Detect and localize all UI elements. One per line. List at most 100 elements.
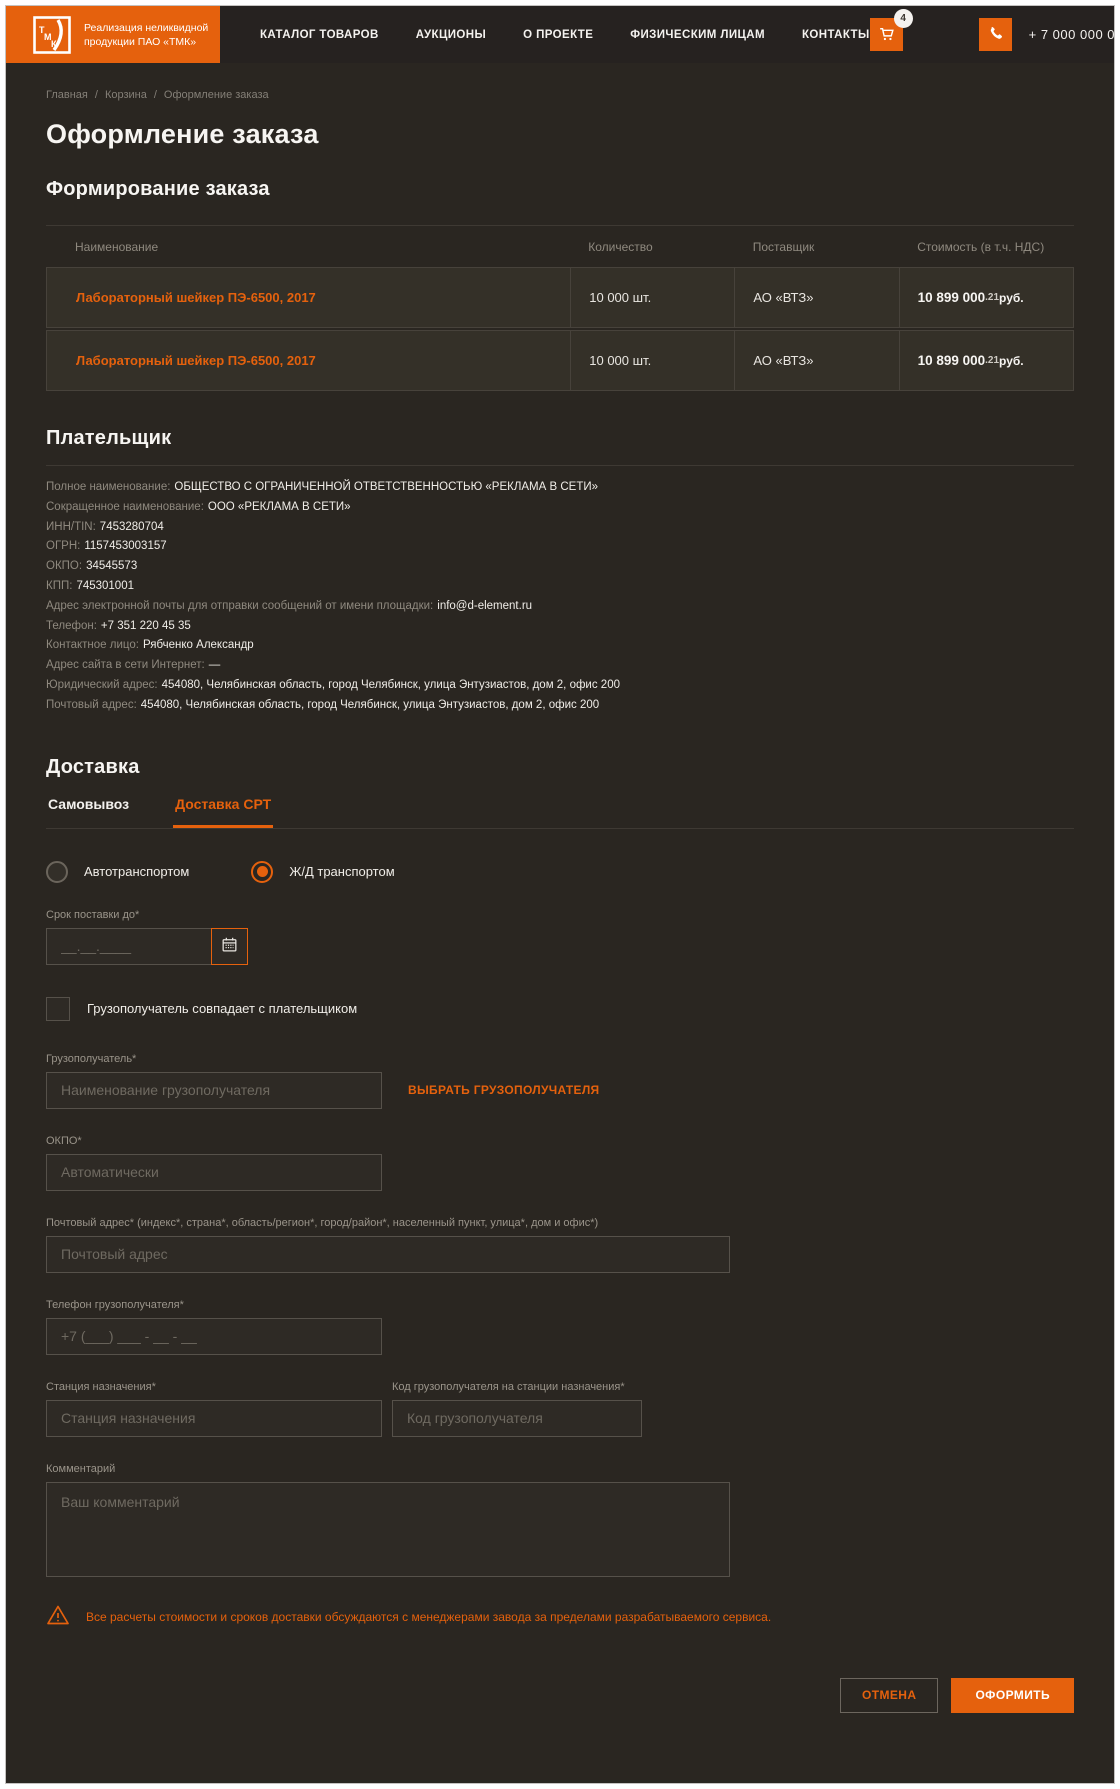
delivery-warning: Все расчеты стоимости и сроков доставки … (46, 1603, 1074, 1632)
cell-price: 10 899 000.21 руб. (899, 268, 1073, 327)
payer-section-title: Плательщик (46, 427, 1074, 450)
price-main: 10 899 000 (918, 353, 986, 368)
calendar-button[interactable] (211, 928, 248, 965)
payer-field-email: Адрес электронной почты для отправки соо… (46, 597, 1074, 617)
nav-auctions[interactable]: АУКЦИОНЫ (416, 29, 486, 41)
payer-field-legal-address: Юридический адрес:454080, Челябинская об… (46, 676, 1074, 696)
checkbox-unchecked-icon[interactable] (46, 997, 70, 1021)
column-header-price: Стоимость (в т.ч. НДС) (899, 240, 1074, 254)
payer-field-contact: Контактное лицо:Рябченко Александр (46, 636, 1074, 656)
delivery-date-label: Срок поставки до* (46, 909, 1074, 921)
transport-radio-group: Автотранспортом Ж/Д транспортом (46, 861, 1074, 883)
order-table-header: Наименование Количество Поставщик Стоимо… (46, 226, 1074, 267)
payer-field-kpp: КПП:745301001 (46, 577, 1074, 597)
breadcrumb-cart[interactable]: Корзина (105, 89, 147, 101)
postal-address-label: Почтовый адрес* (индекс*, страна*, облас… (46, 1217, 1074, 1229)
consignee-field: Грузополучатель* ВЫБРАТЬ ГРУЗОПОЛУЧАТЕЛЯ (46, 1053, 1074, 1109)
select-consignee-link[interactable]: ВЫБРАТЬ ГРУЗОПОЛУЧАТЕЛЯ (408, 1083, 599, 1097)
cart-icon (877, 24, 896, 46)
table-row: Лабораторный шейкер ПЭ-6500, 2017 10 000… (46, 267, 1074, 328)
nav-individuals[interactable]: ФИЗИЧЕСКИМ ЛИЦАМ (630, 29, 765, 41)
okpo-field: ОКПО* (46, 1135, 1074, 1191)
breadcrumb-separator: / (95, 89, 98, 101)
comment-label: Комментарий (46, 1463, 1074, 1475)
breadcrumb-current: Оформление заказа (164, 89, 269, 101)
order-table: Наименование Количество Поставщик Стоимо… (46, 225, 1074, 391)
order-section: Формирование заказа Наименование Количес… (46, 178, 1074, 391)
phone-icon (987, 25, 1004, 45)
payer-field-full-name: Полное наименование:ОБЩЕСТВО С ОГРАНИЧЕН… (46, 478, 1074, 498)
nav-about[interactable]: О ПРОЕКТЕ (523, 29, 593, 41)
payer-field-postal-address: Почтовый адрес:454080, Челябинская облас… (46, 696, 1074, 716)
column-header-quantity: Количество (570, 240, 734, 254)
main-nav: КАТАЛОГ ТОВАРОВ АУКЦИОНЫ О ПРОЕКТЕ ФИЗИЧ… (260, 29, 870, 41)
radio-auto-transport[interactable]: Автотранспортом (46, 861, 189, 883)
consignee-label: Грузополучатель* (46, 1053, 1074, 1065)
radio-rail-transport[interactable]: Ж/Д транспортом (251, 861, 394, 883)
price-main: 10 899 000 (918, 290, 986, 305)
payer-details: Полное наименование:ОБЩЕСТВО С ОГРАНИЧЕН… (46, 478, 1074, 716)
main-content: Главная / Корзина / Оформление заказа Оф… (6, 63, 1114, 1783)
okpo-label: ОКПО* (46, 1135, 1074, 1147)
price-currency: руб. (999, 291, 1024, 305)
cell-price: 10 899 000.21 руб. (899, 331, 1073, 390)
consignee-phone-input[interactable] (46, 1318, 382, 1355)
product-link[interactable]: Лабораторный шейкер ПЭ-6500, 2017 (76, 353, 316, 368)
cell-product: Лабораторный шейкер ПЭ-6500, 2017 (47, 352, 570, 370)
comment-textarea[interactable] (46, 1482, 730, 1577)
warning-triangle-icon (46, 1603, 70, 1632)
same-as-payer-checkbox-row[interactable]: Грузополучатель совпадает с плательщиком (46, 997, 1074, 1021)
delivery-tabs: Самовывоз Доставка СРТ (46, 781, 1074, 829)
delivery-date-input[interactable] (46, 928, 212, 965)
cell-product: Лабораторный шейкер ПЭ-6500, 2017 (47, 289, 570, 307)
logo[interactable]: Т М К Реализация неликвидной продукции П… (6, 6, 220, 63)
destination-station-label: Станция назначения* (46, 1381, 382, 1393)
logo-tagline-line1: Реализация неликвидной (84, 22, 208, 34)
consignee-code-input[interactable] (392, 1400, 642, 1437)
consignee-phone-label: Телефон грузополучателя* (46, 1299, 1074, 1311)
breadcrumb-home[interactable]: Главная (46, 89, 88, 101)
destination-station-input[interactable] (46, 1400, 382, 1437)
radio-checked-icon (251, 861, 273, 883)
cell-supplier: АО «ВТЗ» (734, 268, 898, 327)
breadcrumb: Главная / Корзина / Оформление заказа (46, 89, 1074, 101)
cancel-button[interactable]: ОТМЕНА (840, 1678, 938, 1713)
checkbox-label: Грузополучатель совпадает с плательщиком (87, 1001, 357, 1016)
cart-wrap: 4 (870, 18, 903, 51)
submit-button[interactable]: ОФОРМИТЬ (951, 1678, 1074, 1713)
cart-count-badge: 4 (894, 9, 913, 28)
table-row: Лабораторный шейкер ПЭ-6500, 2017 10 000… (46, 330, 1074, 391)
payer-field-okpo: ОКПО:34545573 (46, 557, 1074, 577)
breadcrumb-separator: / (154, 89, 157, 101)
calendar-icon (220, 935, 239, 957)
postal-address-input[interactable] (46, 1236, 730, 1273)
comment-field: Комментарий (46, 1463, 1074, 1577)
destination-station-field: Станция назначения* (46, 1381, 382, 1437)
cell-quantity: 10 000 шт. (570, 331, 734, 390)
nav-catalog[interactable]: КАТАЛОГ ТОВАРОВ (260, 29, 379, 41)
price-fraction: .21 (985, 292, 999, 303)
delivery-section: Доставка Самовывоз Доставка СРТ Автотран… (46, 756, 1074, 1632)
divider (46, 465, 1074, 466)
consignee-code-field: Код грузополучателя на станции назначени… (392, 1381, 642, 1437)
product-link[interactable]: Лабораторный шейкер ПЭ-6500, 2017 (76, 290, 316, 305)
logo-tagline-line2: продукции ПАО «ТМК» (84, 36, 196, 48)
form-actions: ОТМЕНА ОФОРМИТЬ (46, 1678, 1074, 1783)
payer-field-ogrn: ОГРН:1157453003157 (46, 537, 1074, 557)
tab-delivery-cpt[interactable]: Доставка СРТ (173, 781, 273, 828)
tab-pickup[interactable]: Самовывоз (46, 781, 131, 828)
page-frame: Т М К Реализация неликвидной продукции П… (5, 5, 1115, 1784)
price-currency: руб. (999, 354, 1024, 368)
price-fraction: .21 (985, 355, 999, 366)
header: Т М К Реализация неликвидной продукции П… (6, 6, 1114, 63)
header-actions: 4 + 7 000 000 00 00 (870, 18, 1115, 51)
delivery-date-field: Срок поставки до* (46, 909, 1074, 965)
consignee-phone-field: Телефон грузополучателя* (46, 1299, 1074, 1355)
nav-contacts[interactable]: КОНТАКТЫ (802, 29, 870, 41)
radio-unchecked-icon (46, 861, 68, 883)
payer-field-inn: ИНН/TIN:7453280704 (46, 518, 1074, 538)
phone-button[interactable] (979, 18, 1012, 51)
consignee-input[interactable] (46, 1072, 382, 1109)
okpo-input[interactable] (46, 1154, 382, 1191)
column-header-name: Наименование (46, 240, 570, 254)
